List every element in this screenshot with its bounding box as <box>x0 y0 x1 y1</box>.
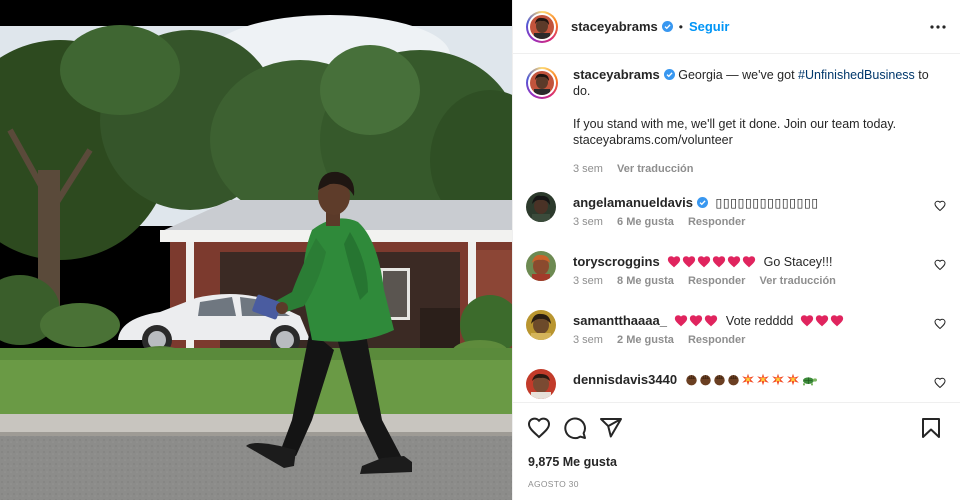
comment-body: ▯▯▯▯▯▯▯▯▯▯▯▯▯▯ <box>715 196 819 210</box>
comment-likes-link[interactable]: 2 Me gusta <box>617 334 674 346</box>
collision-emoji-icon <box>786 373 799 386</box>
comment-age: 3 sem <box>573 275 603 287</box>
turtle-emoji-icon <box>802 377 817 386</box>
caption-age: 3 sem <box>573 163 603 175</box>
comment-avatar[interactable] <box>526 369 556 399</box>
emoji-group <box>667 255 760 269</box>
caption-meta: 3 sem Ver traducción <box>573 163 704 175</box>
comment-avatar[interactable] <box>526 192 556 222</box>
comment-username[interactable]: toryscroggins <box>573 254 660 269</box>
comment-likes-link[interactable]: 6 Me gusta <box>617 216 674 228</box>
comment-item: dennisdavis3440 <box>526 369 946 402</box>
caption-translate-link[interactable]: Ver traducción <box>617 163 693 175</box>
like-comment-heart-icon[interactable] <box>934 318 946 330</box>
follow-button[interactable]: Seguir <box>689 19 729 34</box>
reply-button[interactable]: Responder <box>688 334 745 346</box>
avatar-photo <box>526 310 556 340</box>
collision-emoji-icon <box>756 373 769 386</box>
caption-paragraph2: If you stand with me, we'll get it done.… <box>573 116 897 147</box>
comment-meta: 3 sem 6 Me gusta Responder <box>573 216 756 228</box>
avatar-photo <box>526 251 556 281</box>
likes-count[interactable]: 9,875 Me gusta <box>528 455 617 469</box>
comment-avatar[interactable] <box>526 310 556 340</box>
post-image[interactable] <box>0 0 512 500</box>
verified-badge-icon <box>663 69 675 80</box>
red-heart-emoji-icon <box>728 256 741 268</box>
red-heart-emoji-icon <box>683 256 696 268</box>
comments-list[interactable]: staceyabrams Georgia — we've got #Unfini… <box>513 55 960 402</box>
caption-text: staceyabrams Georgia — we've got #Unfini… <box>573 67 943 148</box>
red-heart-emoji-icon <box>668 256 681 268</box>
comment-username[interactable]: dennisdavis3440 <box>573 372 677 387</box>
comment-text: angelamanueldavis ▯▯▯▯▯▯▯▯▯▯▯▯▯▯ <box>573 195 913 210</box>
like-comment-heart-icon[interactable] <box>934 200 946 212</box>
caption-line1: Georgia — we've got <box>678 68 799 82</box>
author-username[interactable]: staceyabrams <box>571 19 658 34</box>
raised-fist-emoji-icon <box>699 374 711 386</box>
emoji-group <box>685 373 818 387</box>
comment-item: angelamanueldavis ▯▯▯▯▯▯▯▯▯▯▯▯▯▯ 3 sem 6… <box>526 192 946 242</box>
comment-text: toryscroggins Go Stacey!!! <box>573 254 913 269</box>
comment-text: dennisdavis3440 <box>573 372 913 387</box>
red-heart-emoji-icon <box>800 315 813 327</box>
reply-button[interactable]: Responder <box>688 216 745 228</box>
caption-avatar[interactable] <box>526 67 558 99</box>
bookmark-icon[interactable] <box>919 416 943 440</box>
more-options-icon[interactable] <box>929 18 947 36</box>
post-photo <box>0 0 512 500</box>
share-icon[interactable] <box>599 416 623 440</box>
comment-item: samantthaaaa_ Vote redddd 3 sem 2 Me gus… <box>526 310 946 360</box>
post-date: AGOSTO 30 <box>528 479 579 489</box>
like-comment-heart-icon[interactable] <box>934 377 946 389</box>
red-heart-emoji-icon <box>830 315 843 327</box>
comment-icon[interactable] <box>563 416 587 440</box>
verified-badge-icon <box>696 197 708 208</box>
comment-meta: 3 sem 2 Me gusta Responder <box>573 334 756 346</box>
heart-outline-icon[interactable] <box>527 416 551 440</box>
red-heart-emoji-icon <box>698 256 711 268</box>
red-heart-emoji-icon <box>690 315 703 327</box>
raised-fist-emoji-icon <box>685 374 697 386</box>
comment-likes-link[interactable]: 8 Me gusta <box>617 275 674 287</box>
hashtag-link[interactable]: #UnfinishedBusiness <box>798 68 915 82</box>
comment-avatar[interactable] <box>526 251 556 281</box>
instagram-post-dialog: staceyabrams • Seguir staceyabrams Georg… <box>0 0 960 500</box>
comment-text: samantthaaaa_ Vote redddd <box>573 313 913 328</box>
raised-fist-emoji-icon <box>727 374 739 386</box>
avatar-photo <box>526 192 556 222</box>
red-heart-emoji-icon <box>675 315 688 327</box>
reply-button[interactable]: Responder <box>688 275 745 287</box>
comment-body: Vote redddd <box>725 314 794 328</box>
comment-item: toryscroggins Go Stacey!!! 3 sem 8 Me gu… <box>526 251 946 301</box>
emoji-group-after <box>800 314 845 328</box>
post-side-panel: staceyabrams • Seguir staceyabrams Georg… <box>512 0 960 500</box>
verified-badge-icon <box>661 21 673 32</box>
caption-username[interactable]: staceyabrams <box>573 67 660 82</box>
red-heart-emoji-icon <box>743 256 756 268</box>
author-avatar[interactable] <box>526 10 558 43</box>
avatar-photo <box>526 369 556 399</box>
comment-username[interactable]: samantthaaaa_ <box>573 313 667 328</box>
red-heart-emoji-icon <box>815 315 828 327</box>
comment-meta <box>573 393 606 402</box>
collision-emoji-icon <box>771 373 784 386</box>
red-heart-emoji-icon <box>713 256 726 268</box>
comment-body: Go Stacey!!! <box>763 255 833 269</box>
avatar-photo <box>530 71 554 95</box>
post-actions: 9,875 Me gusta AGOSTO 30 <box>513 402 960 500</box>
header-separator: • <box>678 19 683 34</box>
raised-fist-emoji-icon <box>713 374 725 386</box>
comment-age: 3 sem <box>573 216 603 228</box>
red-heart-emoji-icon <box>705 315 718 327</box>
avatar-photo <box>530 14 554 39</box>
emoji-group <box>674 314 722 328</box>
comment-username[interactable]: angelamanueldavis <box>573 195 693 210</box>
comment-meta: 3 sem 8 Me gusta Responder Ver traducció… <box>573 275 847 287</box>
post-header: staceyabrams • Seguir <box>513 0 960 54</box>
translate-link[interactable]: Ver traducción <box>759 275 835 287</box>
comment-age: 3 sem <box>573 334 603 346</box>
like-comment-heart-icon[interactable] <box>934 259 946 271</box>
collision-emoji-icon <box>741 373 754 386</box>
